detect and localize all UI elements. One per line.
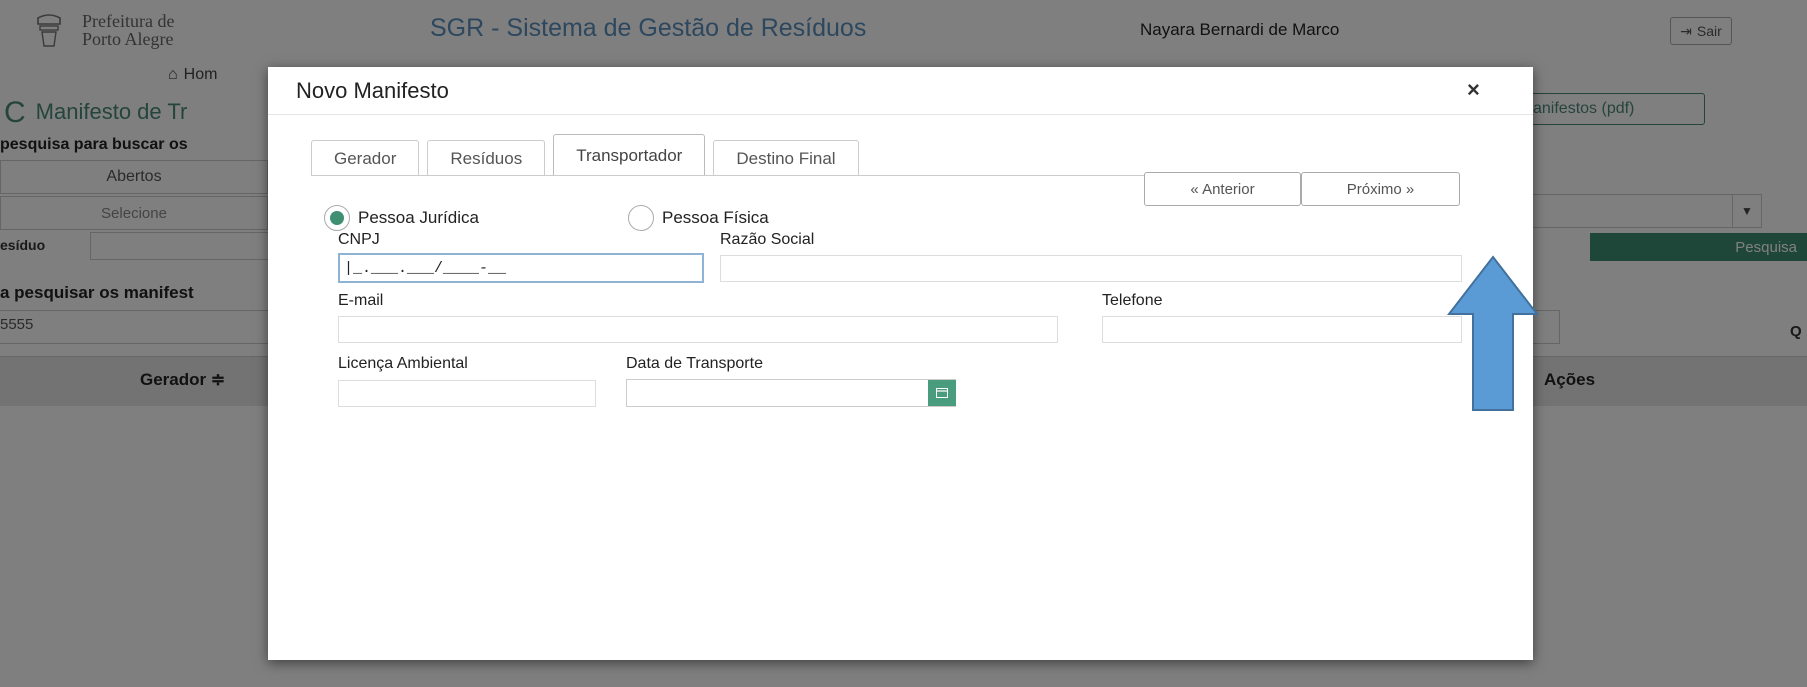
radio-unchecked-icon[interactable]	[628, 205, 654, 231]
modal-title: Novo Manifesto	[296, 78, 449, 103]
telefone-input[interactable]	[1102, 316, 1462, 343]
tab-destino-final[interactable]: Destino Final	[713, 140, 859, 176]
email-input[interactable]	[338, 316, 1058, 343]
radio-pessoa-juridica[interactable]: Pessoa Jurídica	[324, 205, 479, 231]
pessoa-fisica-label: Pessoa Física	[662, 208, 769, 227]
razao-social-label: Razão Social	[720, 231, 815, 248]
pessoa-juridica-label: Pessoa Jurídica	[358, 208, 479, 227]
cnpj-label: CNPJ	[338, 231, 380, 248]
next-button[interactable]: Próximo »	[1301, 172, 1460, 206]
email-label: E-mail	[338, 292, 384, 309]
tab-transportador[interactable]: Transportador	[553, 134, 706, 176]
tab-residuos[interactable]: Resíduos	[427, 140, 546, 176]
calendar-icon[interactable]	[928, 380, 956, 406]
modal-header: Novo Manifesto ×	[268, 67, 1533, 115]
data-transporte-label: Data de Transporte	[626, 355, 763, 372]
licenca-ambiental-input[interactable]	[338, 380, 596, 407]
telefone-label: Telefone	[1102, 292, 1163, 309]
cnpj-input[interactable]: |_.___.___/____-__	[338, 253, 704, 283]
tab-gerador[interactable]: Gerador	[311, 140, 420, 176]
previous-button[interactable]: « Anterior	[1144, 172, 1301, 206]
radio-checked-icon[interactable]	[324, 205, 350, 231]
up-arrow-icon	[1447, 255, 1539, 411]
manifest-tabs: Gerador Resíduos Transportador Destino F…	[311, 134, 867, 176]
data-transporte-input[interactable]	[626, 379, 956, 407]
close-icon[interactable]: ×	[1467, 77, 1480, 103]
new-manifest-modal: Novo Manifesto × Gerador Resíduos Transp…	[268, 67, 1539, 660]
licenca-ambiental-label: Licença Ambiental	[338, 355, 468, 372]
razao-social-input[interactable]	[720, 255, 1462, 282]
radio-pessoa-fisica[interactable]: Pessoa Física	[628, 205, 769, 231]
